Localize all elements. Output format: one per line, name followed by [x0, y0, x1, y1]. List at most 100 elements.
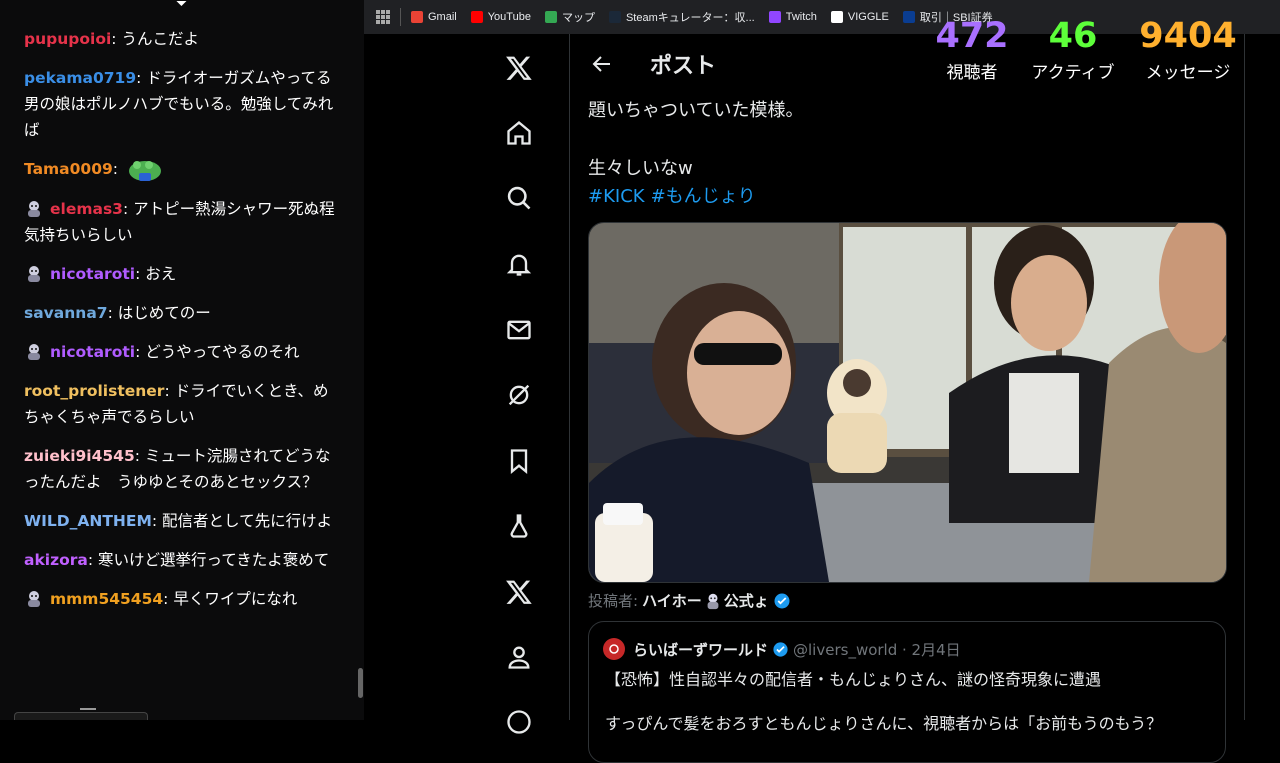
avatar[interactable] — [603, 638, 625, 660]
chat-username[interactable]: elemas3 — [50, 200, 123, 218]
quoted-author-name[interactable]: らいばーずワールド — [633, 639, 768, 660]
bookmarks-separator — [400, 8, 401, 26]
more-icon[interactable] — [494, 702, 544, 742]
chat-message: root_prolistener: ドライでいくとき、めちゃくちゃ声でるらしい — [24, 378, 340, 430]
communities-icon[interactable] — [494, 506, 544, 546]
chat-username[interactable]: pekama0719 — [24, 69, 136, 87]
chat-separator: : — [122, 200, 134, 218]
grok-icon[interactable] — [494, 375, 544, 415]
poster-credit: 投稿者: ハイホー 公式ょ — [588, 590, 791, 611]
chat-scrollbar[interactable] — [358, 668, 363, 698]
bookmark-label: Steamキュレーター：収... — [625, 12, 755, 24]
poster-prefix: 投稿者: — [588, 592, 639, 610]
viggle-icon — [830, 11, 843, 23]
bookmark-youtube[interactable]: YouTube — [470, 11, 531, 23]
premium-icon[interactable] — [494, 572, 544, 612]
chat-username[interactable]: nicotaroti — [50, 265, 135, 283]
chat-separator: : — [135, 343, 146, 361]
quoted-post[interactable]: らいばーずワールド @livers_world · 2月4日 【恐怖】性自認半々… — [588, 621, 1226, 763]
messages-stat: 9404 メッセージ — [1138, 16, 1238, 83]
bookmark-viggle[interactable]: VIGGLE — [830, 11, 889, 23]
bookmark-label: マップ — [561, 12, 595, 24]
messages-icon[interactable] — [494, 310, 544, 350]
chat-separator: : — [87, 551, 99, 569]
apps-grid-icon[interactable] — [376, 10, 390, 24]
chevron-down-icon[interactable]: ⏷ — [176, 0, 187, 12]
bookmark-gmail[interactable]: Gmail — [411, 11, 457, 23]
steam-icon — [608, 11, 621, 23]
home-icon[interactable] — [494, 113, 544, 153]
chat-username[interactable]: WILD_ANTHEM — [24, 512, 152, 530]
search-icon[interactable] — [494, 178, 544, 218]
active-stat: 46 アクティブ — [1024, 16, 1122, 83]
chat-message: Tama0009: — [24, 156, 340, 183]
poster-name[interactable]: ハイホー — [642, 590, 702, 611]
viewers-label: 視聴者 — [946, 63, 998, 83]
post-video[interactable] — [588, 222, 1227, 583]
bookmark-label: YouTube — [487, 11, 531, 23]
post-text-line: 生々しいなw — [588, 158, 693, 179]
profile-icon[interactable] — [494, 637, 544, 677]
chat-separator: : — [151, 512, 163, 530]
messages-label: メッセージ — [1145, 63, 1231, 83]
chat-text: 早くワイプになれ — [173, 590, 298, 608]
column-divider — [569, 34, 570, 720]
chat-message: pekama0719: ドライオーガズムやってる男の娘はポルノハブでもいる。勉強… — [24, 65, 340, 143]
messages-count: 9404 — [1139, 16, 1237, 56]
chat-message: savanna7: はじめてのー — [24, 300, 340, 326]
chat-input-area[interactable] — [14, 712, 148, 720]
twitch-icon — [768, 11, 781, 23]
chat-divider — [80, 708, 96, 710]
chat-text: 寒いけど選挙行ってきたよ褒めて — [98, 551, 330, 569]
post-text-line: 題いちゃついていた模様。 — [588, 100, 804, 121]
chat-username[interactable]: zuieki9i4545 — [24, 447, 135, 465]
chat-text: うんこだよ — [121, 30, 199, 48]
chat-username[interactable]: root_prolistener — [24, 382, 164, 400]
bookmark-[interactable]: マップ — [544, 9, 595, 25]
robot-emoji-icon — [707, 593, 719, 609]
chat-separator: : — [135, 265, 146, 283]
bookmark-label: VIGGLE — [847, 11, 889, 23]
chat-text: 配信者として先に行けよ — [162, 512, 333, 530]
gmail-icon — [411, 11, 423, 23]
user-badge-icon — [28, 591, 40, 607]
chat-username[interactable]: nicotaroti — [50, 343, 135, 361]
chat-separator: : — [111, 30, 122, 48]
chat-text: どうやってやるのそれ — [145, 343, 300, 361]
chat-username[interactable]: Tama0009 — [24, 160, 113, 178]
poster-name[interactable]: 公式ょ — [724, 590, 769, 611]
chat-username[interactable]: savanna7 — [24, 304, 108, 322]
chat-separator: : — [107, 304, 118, 322]
chat-message: nicotaroti: どうやってやるのそれ — [24, 339, 340, 365]
hashtag-link[interactable]: #もんじょり — [651, 186, 756, 207]
chat-message: mmm545454: 早くワイプになれ — [24, 586, 340, 612]
x-logo-icon[interactable] — [494, 48, 544, 88]
x-post-page: ポスト 題いちゃついていた模様。 生々しいなw #KICK #もんじょり 投稿者… — [364, 34, 1280, 763]
chat-panel: ⏷ pupupoioi: うんこだよ pekama0719: ドライオーガズムやっ… — [0, 0, 364, 720]
chat-message: nicotaroti: おえ — [24, 261, 340, 287]
bookmark-twitch[interactable]: Twitch — [768, 11, 817, 23]
hashtags: #KICK #もんじょり — [588, 182, 762, 208]
chat-text: おえ — [145, 265, 177, 283]
quoted-author-handle[interactable]: @livers_world · 2月4日 — [793, 639, 961, 660]
chat-username[interactable]: pupupoioi — [24, 30, 111, 48]
bookmark-label: Gmail — [428, 11, 457, 23]
quoted-post-text: 【恐怖】性自認半々の配信者・もんじょりさん、謎の怪奇現象に遭遇 — [605, 670, 1102, 689]
chat-username[interactable]: mmm545454 — [50, 590, 163, 608]
chat-message: akizora: 寒いけど選挙行ってきたよ褒めて — [24, 547, 340, 573]
left-navigation — [494, 34, 544, 734]
chat-message: elemas3: アトピー熱湯シャワー死ぬ程気持ちいらしい — [24, 196, 340, 248]
user-badge-icon — [28, 201, 40, 217]
bookmark-label: Twitch — [785, 11, 817, 23]
bookmarks-icon[interactable] — [494, 441, 544, 481]
bookmark-steam[interactable]: Steamキュレーター：収... — [608, 9, 755, 25]
chat-username[interactable]: akizora — [24, 551, 88, 569]
chat-message-list: pupupoioi: うんこだよ pekama0719: ドライオーガズムやってる… — [24, 26, 340, 625]
hashtag-link[interactable]: #KICK — [588, 186, 645, 207]
page-title: ポスト — [650, 54, 717, 79]
notifications-icon[interactable] — [494, 244, 544, 284]
back-arrow-icon[interactable] — [590, 52, 614, 76]
active-label: アクティブ — [1031, 63, 1115, 83]
chat-message: zuieki9i4545: ミュート浣腸されてどうなったんだよ うゆゆとそのあと… — [24, 443, 340, 495]
chat-separator: : — [136, 69, 147, 87]
